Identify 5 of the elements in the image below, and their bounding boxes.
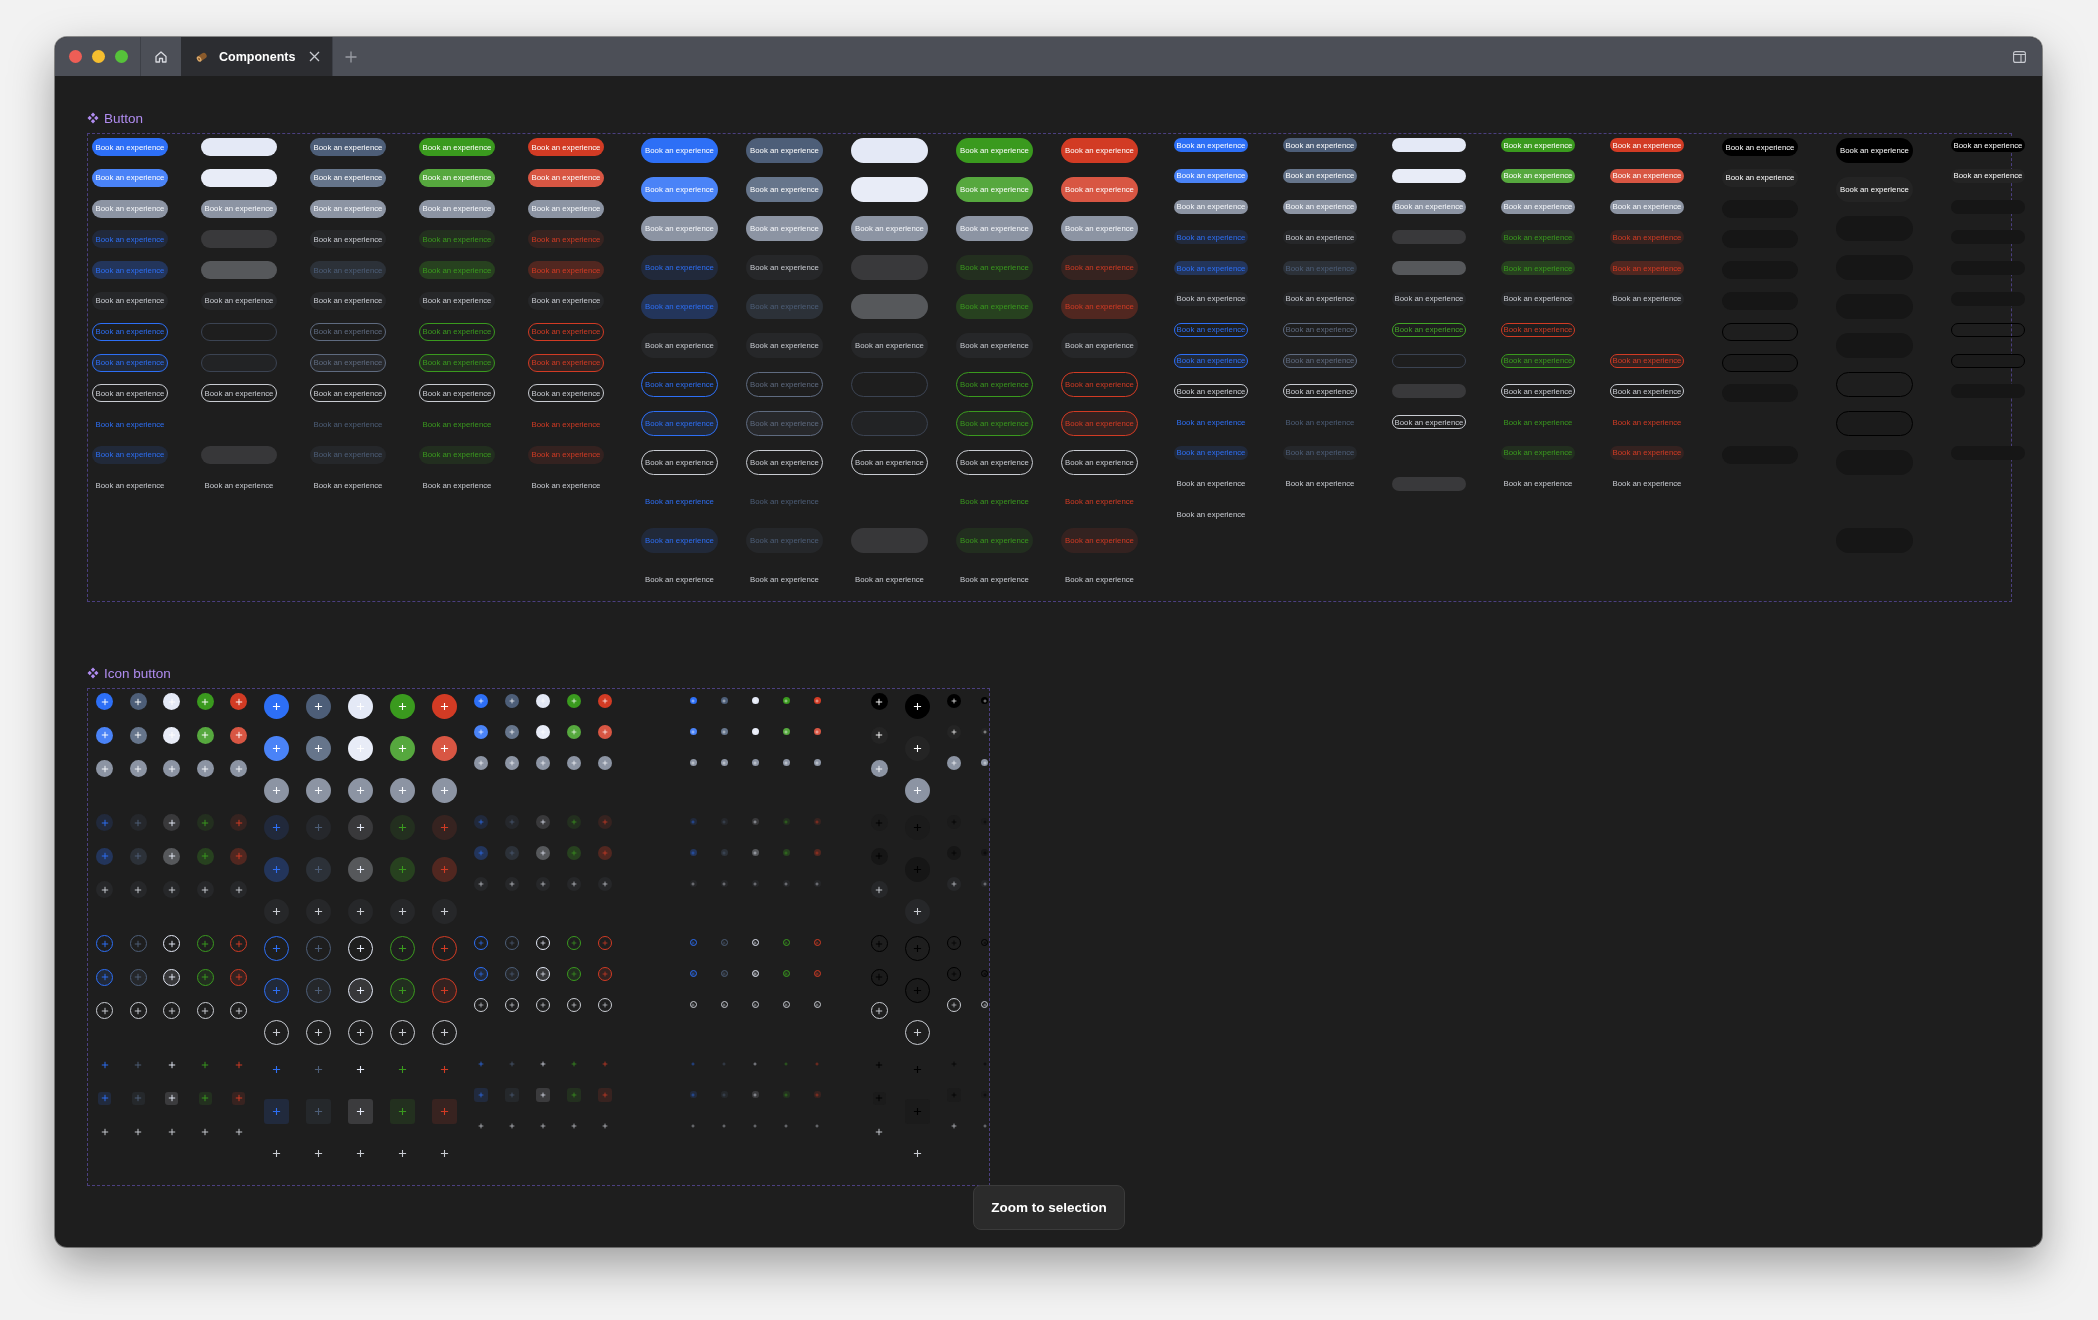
section-title-text: Icon button (104, 665, 171, 681)
tab-label: Components (219, 49, 296, 64)
document-tab[interactable]: Components (181, 37, 334, 76)
toast: Zoom to selection (973, 1185, 1125, 1230)
section-title-text: Button (104, 110, 144, 126)
